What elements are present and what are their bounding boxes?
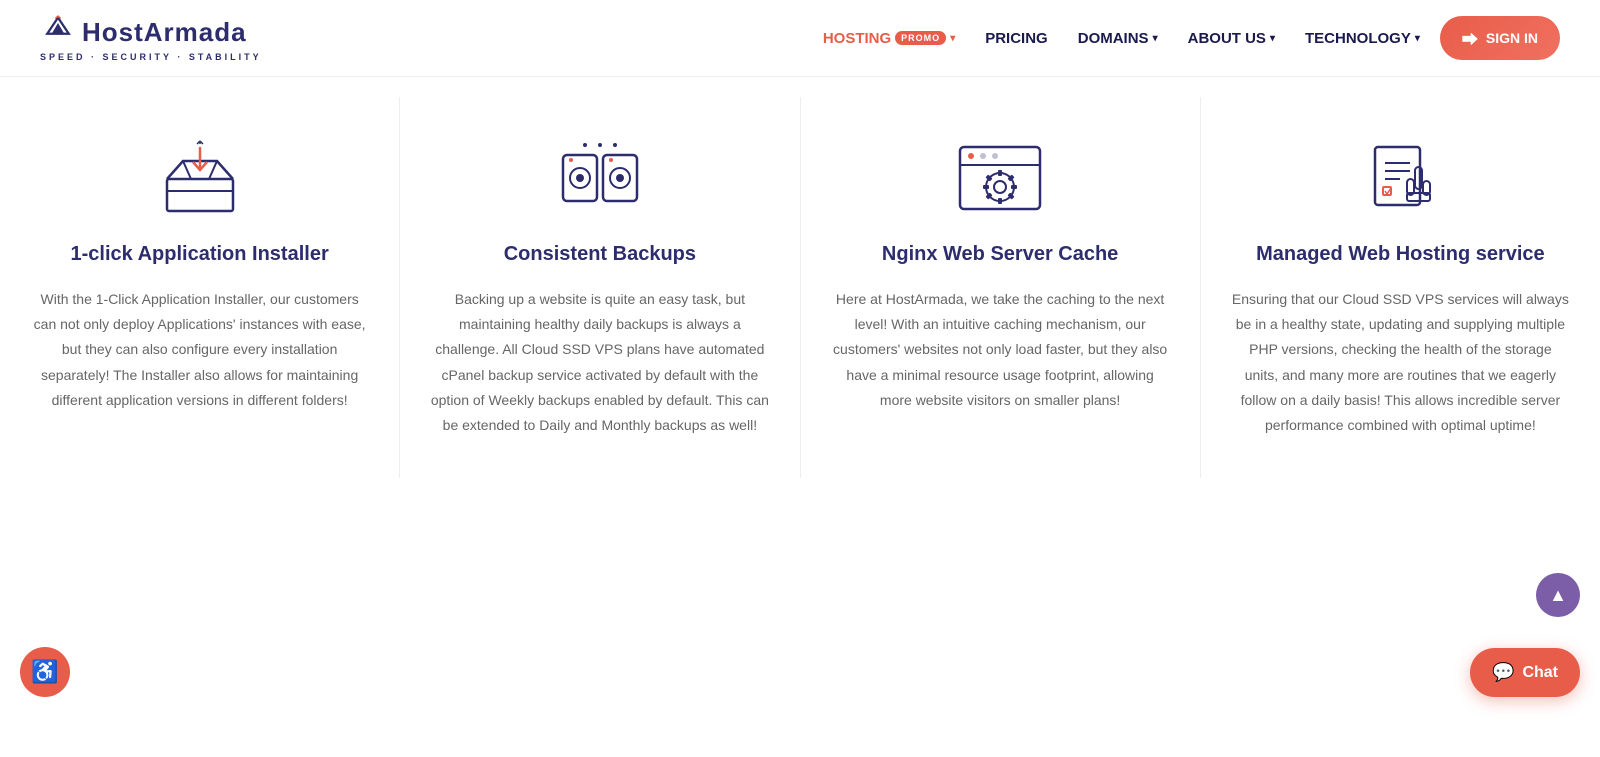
accessibility-button[interactable]: ♿ (20, 647, 70, 697)
nginx-icon (955, 137, 1045, 217)
promo-badge: PROMO (895, 31, 946, 45)
accessibility-icon: ♿ (31, 659, 58, 685)
app-installer-title: 1-click Application Installer (71, 241, 329, 267)
nav-hosting[interactable]: HOSTING PROMO ▾ (813, 22, 965, 55)
backups-title: Consistent Backups (504, 241, 696, 267)
chat-button[interactable]: 💬 Chat (1470, 648, 1580, 697)
technology-chevron-icon: ▾ (1415, 33, 1420, 44)
chevron-up-icon: ▲ (1549, 585, 1567, 606)
feature-card-managed: Managed Web Hosting service Ensuring tha… (1201, 97, 1600, 478)
signin-button[interactable]: ⮕ SIGN IN (1440, 16, 1560, 60)
nginx-desc: Here at HostArmada, we take the caching … (831, 287, 1170, 413)
hosting-chevron-icon: ▾ (950, 33, 955, 44)
feature-card-backups: Consistent Backups Backing up a website … (400, 97, 800, 478)
managed-desc: Ensuring that our Cloud SSD VPS services… (1231, 287, 1570, 438)
logo-name: HostArmada (82, 17, 247, 48)
nav-domains[interactable]: DOMAINS ▾ (1068, 22, 1168, 55)
site-header: HostArmada SPEED · SECURITY · STABILITY … (0, 0, 1600, 77)
logo-icon (40, 14, 76, 50)
nav-about-us[interactable]: ABOUT US ▾ (1178, 22, 1285, 55)
scroll-to-top-button[interactable]: ▲ (1536, 573, 1580, 617)
main-nav: HOSTING PROMO ▾ PRICING DOMAINS ▾ ABOUT … (813, 16, 1560, 60)
app-installer-desc: With the 1-Click Application Installer, … (30, 287, 369, 413)
managed-icon (1355, 137, 1445, 217)
feature-card-app-installer: 1-click Application Installer With the 1… (0, 97, 400, 478)
nav-pricing[interactable]: PRICING (975, 22, 1058, 55)
domains-chevron-icon: ▾ (1153, 33, 1158, 44)
app-installer-icon (155, 137, 245, 217)
chat-icon: 💬 (1492, 662, 1514, 683)
nav-technology[interactable]: TECHNOLOGY ▾ (1295, 22, 1430, 55)
signin-icon: ⮕ (1462, 26, 1478, 50)
features-section: 1-click Application Installer With the 1… (0, 77, 1600, 498)
managed-title: Managed Web Hosting service (1256, 241, 1545, 267)
about-chevron-icon: ▾ (1270, 33, 1275, 44)
nginx-title: Nginx Web Server Cache (882, 241, 1118, 267)
logo-tagline: SPEED · SECURITY · STABILITY (40, 52, 262, 62)
feature-card-nginx: Nginx Web Server Cache Here at HostArmad… (801, 97, 1201, 478)
backups-icon (555, 137, 645, 217)
logo[interactable]: HostArmada SPEED · SECURITY · STABILITY (40, 14, 262, 62)
backups-desc: Backing up a website is quite an easy ta… (430, 287, 769, 438)
